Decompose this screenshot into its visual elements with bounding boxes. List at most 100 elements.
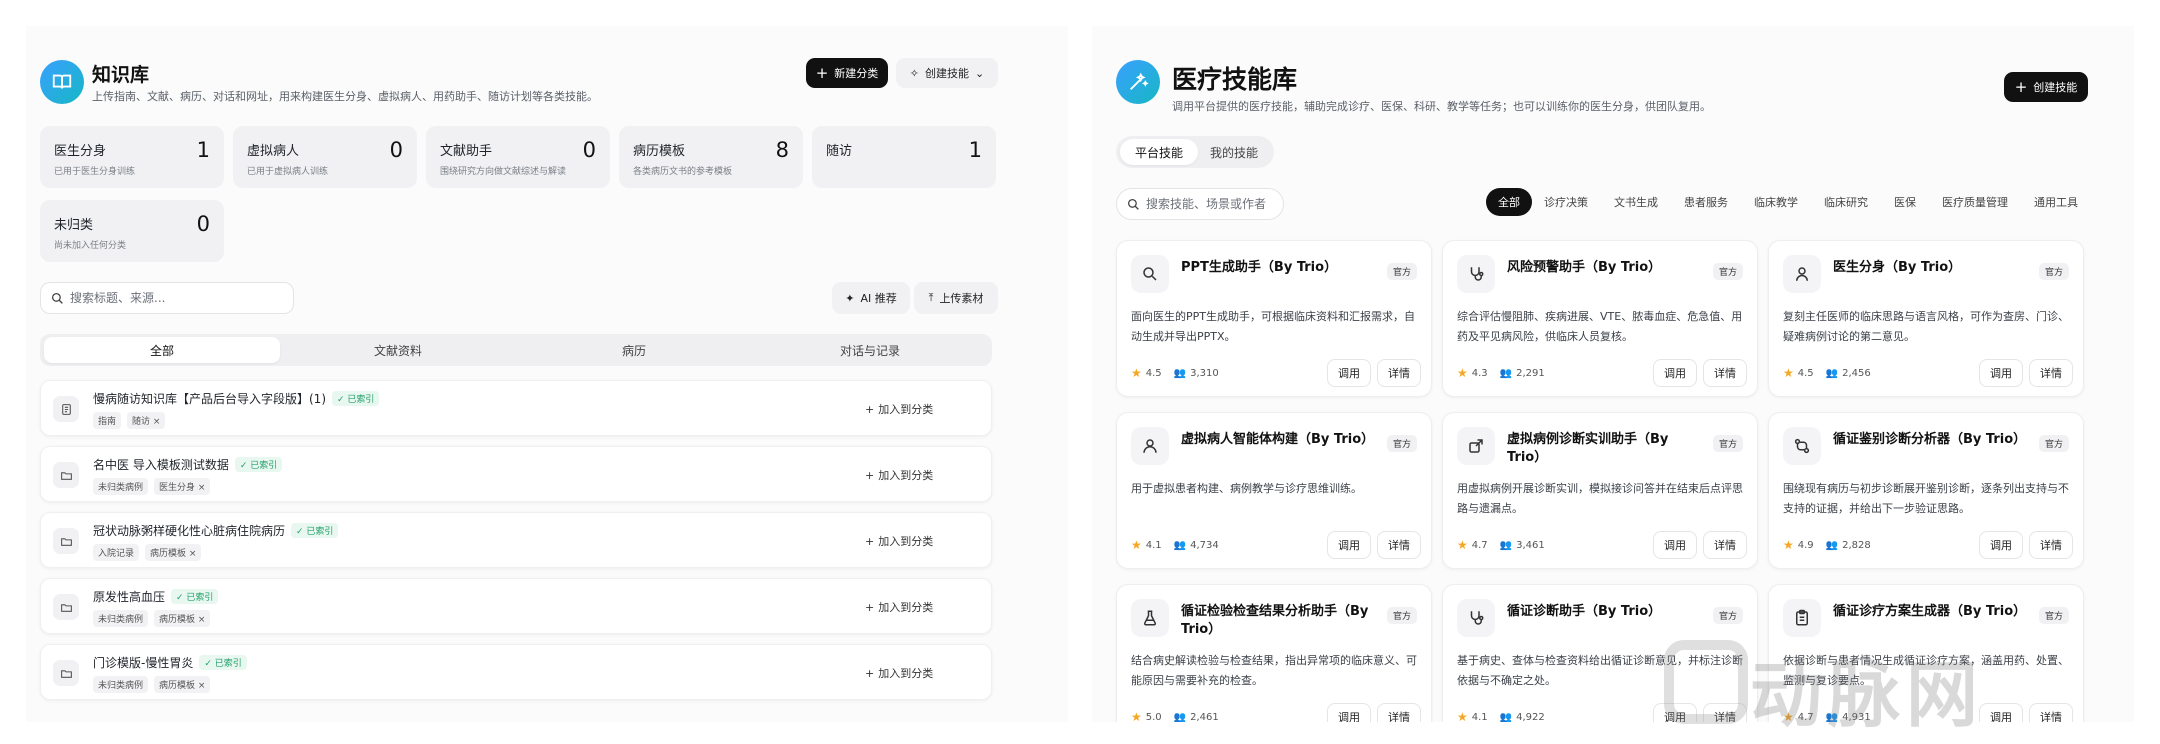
- detail-button[interactable]: 详情: [1377, 531, 1421, 559]
- filter-general-tools[interactable]: 通用工具: [2034, 194, 2078, 210]
- search-icon: [51, 292, 63, 304]
- users-icon: 👥: [1173, 539, 1187, 551]
- stat-card-record-template[interactable]: 病历模板 各类病历文书的参考模板 8: [619, 126, 803, 188]
- skill-name: 循证检验检查结果分析助手（By Trio）: [1181, 604, 1369, 637]
- star-icon: ★: [1131, 710, 1142, 722]
- use-skill-button[interactable]: 调用: [1327, 703, 1371, 722]
- skill-source-tabs: 平台技能 我的技能: [1116, 136, 1274, 168]
- add-to-category-button[interactable]: + 加入到分类: [865, 401, 933, 417]
- list-item[interactable]: 冠状动脉粥样硬化性心脏病住院病历 ✓ 已索引 入院记录 病历模板 × + 加入到分类: [40, 512, 992, 568]
- skill-name: 循证诊疗方案生成器（By Trio）: [1833, 604, 2027, 619]
- plus-icon: +: [865, 468, 875, 482]
- stat-card-literature[interactable]: 文献助手 围绕研究方向做文献综述与解读 0: [426, 126, 610, 188]
- indexed-badge: ✓ 已索引: [234, 457, 283, 472]
- knowledge-tabs: 全部 文献资料 病历 对话与记录: [40, 334, 992, 366]
- tab-records[interactable]: 病历: [516, 337, 752, 363]
- skill-description: 用于虚拟患者构建、病例教学与诊疗思维训练。: [1131, 482, 1362, 495]
- knowledge-search-input[interactable]: [70, 291, 264, 305]
- list-item[interactable]: 门诊模版-慢性胃炎 ✓ 已索引 未归类病例 病历模板 × + 加入到分类: [40, 644, 992, 700]
- tag: 未归类病例: [93, 676, 149, 693]
- official-badge: 官方: [1712, 263, 1743, 280]
- folder-icon: [53, 594, 79, 620]
- flask-icon: [1131, 599, 1169, 637]
- book-icon: [40, 60, 84, 104]
- use-skill-button[interactable]: 调用: [1327, 359, 1371, 387]
- knowledge-search-box[interactable]: [40, 282, 294, 314]
- indexed-badge: ✓ 已索引: [291, 523, 339, 538]
- detail-button[interactable]: 详情: [1377, 703, 1421, 722]
- detail-button[interactable]: 详情: [2029, 359, 2073, 387]
- use-skill-button[interactable]: 调用: [1979, 531, 2023, 559]
- filter-document-generation[interactable]: 文书生成: [1614, 194, 1658, 210]
- detail-button[interactable]: 详情: [2029, 531, 2073, 559]
- filter-patient-service[interactable]: 患者服务: [1684, 194, 1728, 210]
- skill-card[interactable]: 风险预警助手（By Trio） 官方 综合评估慢阻肺、疾病进展、VTE、脓毒血症…: [1442, 240, 1758, 397]
- medical-skill-library-panel: 医疗技能库 调用平台提供的医疗技能，辅助完成诊疗、医保、科研、教学等任务；也可以…: [1092, 26, 2134, 722]
- official-badge: 官方: [1386, 435, 1417, 452]
- official-badge: 官方: [2038, 435, 2069, 452]
- tag[interactable]: 医生分身 ×: [154, 478, 211, 495]
- plus-icon: +: [865, 402, 875, 416]
- filter-clinical-research[interactable]: 临床研究: [1824, 194, 1868, 210]
- filter-clinical-teaching[interactable]: 临床教学: [1754, 194, 1798, 210]
- stat-card-follow-up[interactable]: 随访 1: [812, 126, 996, 188]
- filter-quality-management[interactable]: 医疗质量管理: [1942, 194, 2008, 210]
- add-to-category-button[interactable]: + 加入到分类: [865, 467, 933, 483]
- tab-literature[interactable]: 文献资料: [280, 337, 516, 363]
- add-to-category-button[interactable]: + 加入到分类: [865, 533, 933, 549]
- create-skill-dropdown[interactable]: ✧ 创建技能 ⌄: [896, 58, 998, 88]
- tag[interactable]: 病历模板 ×: [154, 610, 211, 627]
- tag[interactable]: 随访 ×: [127, 412, 166, 429]
- use-skill-button[interactable]: 调用: [1653, 531, 1697, 559]
- users-icon: 👥: [1499, 539, 1513, 551]
- official-badge: 官方: [1386, 607, 1417, 624]
- skill-card[interactable]: PPT生成助手（By Trio） 官方 面向医生的PPT生成助手，可根据临床资料…: [1116, 240, 1432, 397]
- list-item[interactable]: 原发性高血压 ✓ 已索引 未归类病例 病历模板 × + 加入到分类: [40, 578, 992, 634]
- filter-all[interactable]: 全部: [1486, 188, 1532, 216]
- ai-recommend-button[interactable]: ✦ AI 推荐: [832, 282, 910, 314]
- stat-card-uncategorized[interactable]: 未归类 尚未加入任何分类 0: [40, 200, 224, 262]
- tab-my-skills[interactable]: 我的技能: [1198, 139, 1270, 165]
- add-to-category-button[interactable]: + 加入到分类: [865, 599, 933, 615]
- detail-button[interactable]: 详情: [1703, 359, 1747, 387]
- detail-button[interactable]: 详情: [1377, 359, 1421, 387]
- skill-card[interactable]: 医生分身（By Trio） 官方 复刻主任医师的临床思路与语言风格，可作为查房、…: [1768, 240, 2084, 397]
- create-skill-button[interactable]: + 创建技能: [2004, 72, 2088, 102]
- filter-medical-insurance[interactable]: 医保: [1894, 194, 1916, 210]
- skill-card[interactable]: 虚拟病例诊断实训助手（By Trio） 官方 用虚拟病例开展诊断实训，模拟接诊问…: [1442, 412, 1758, 569]
- indexed-badge: ✓ 已索引: [332, 391, 380, 406]
- knowledge-base-panel: 知识库 上传指南、文献、病历、对话和网址，用来构建医生分身、虚拟病人、用药助手、…: [26, 26, 1068, 722]
- skill-search-box[interactable]: [1116, 188, 1284, 220]
- stat-card-virtual-patient[interactable]: 虚拟病人 已用于虚拟病人训练 0: [233, 126, 417, 188]
- star-icon: ★: [1131, 366, 1142, 380]
- tag[interactable]: 病历模板 ×: [154, 676, 211, 693]
- skill-card[interactable]: 循证鉴别诊断分析器（By Trio） 官方 围绕现有病历与初步诊断展开鉴别诊断，…: [1768, 412, 2084, 569]
- filter-diagnosis-decision[interactable]: 诊疗决策: [1544, 194, 1588, 210]
- detail-button[interactable]: 详情: [1703, 531, 1747, 559]
- skill-name: 风险预警助手（By Trio）: [1507, 260, 1662, 275]
- use-skill-button[interactable]: 调用: [1327, 531, 1371, 559]
- upload-material-button[interactable]: ⤒ 上传素材: [914, 282, 998, 314]
- new-category-button[interactable]: + 新建分类: [806, 58, 888, 88]
- diff-icon: [1783, 427, 1821, 465]
- list-item[interactable]: 名中医 导入模板测试数据 ✓ 已索引 未归类病例 医生分身 × + 加入到分类: [40, 446, 992, 502]
- star-icon: ★: [1457, 538, 1468, 552]
- use-skill-button[interactable]: 调用: [1979, 359, 2023, 387]
- skill-card[interactable]: 虚拟病人智能体构建（By Trio） 官方 用于虚拟患者构建、病例教学与诊疗思维…: [1116, 412, 1432, 569]
- skill-card[interactable]: 循证检验检查结果分析助手（By Trio） 官方 结合病史解读检验与检查结果，指…: [1116, 584, 1432, 722]
- tab-conversations[interactable]: 对话与记录: [752, 337, 988, 363]
- document-icon: [53, 396, 79, 422]
- user-icon: [1131, 427, 1169, 465]
- list-item[interactable]: 慢病随访知识库【产品后台导入字段版】(1) ✓ 已索引 指南 随访 × + 加入到分类: [40, 380, 992, 436]
- skill-search-input[interactable]: [1146, 197, 1271, 211]
- stat-card-doctor-avatar[interactable]: 医生分身 已用于医生分身训练 1: [40, 126, 224, 188]
- users-icon: 👥: [1173, 711, 1187, 723]
- tab-platform-skills[interactable]: 平台技能: [1120, 139, 1198, 165]
- tag[interactable]: 病历模板 ×: [145, 544, 202, 561]
- detail-button[interactable]: 详情: [2029, 703, 2073, 722]
- use-skill-button[interactable]: 调用: [1653, 359, 1697, 387]
- use-skill-button[interactable]: 调用: [1979, 703, 2023, 722]
- skill-name: 虚拟病例诊断实训助手（By Trio）: [1507, 432, 1669, 465]
- tab-all[interactable]: 全部: [44, 337, 280, 363]
- add-to-category-button[interactable]: + 加入到分类: [865, 665, 933, 681]
